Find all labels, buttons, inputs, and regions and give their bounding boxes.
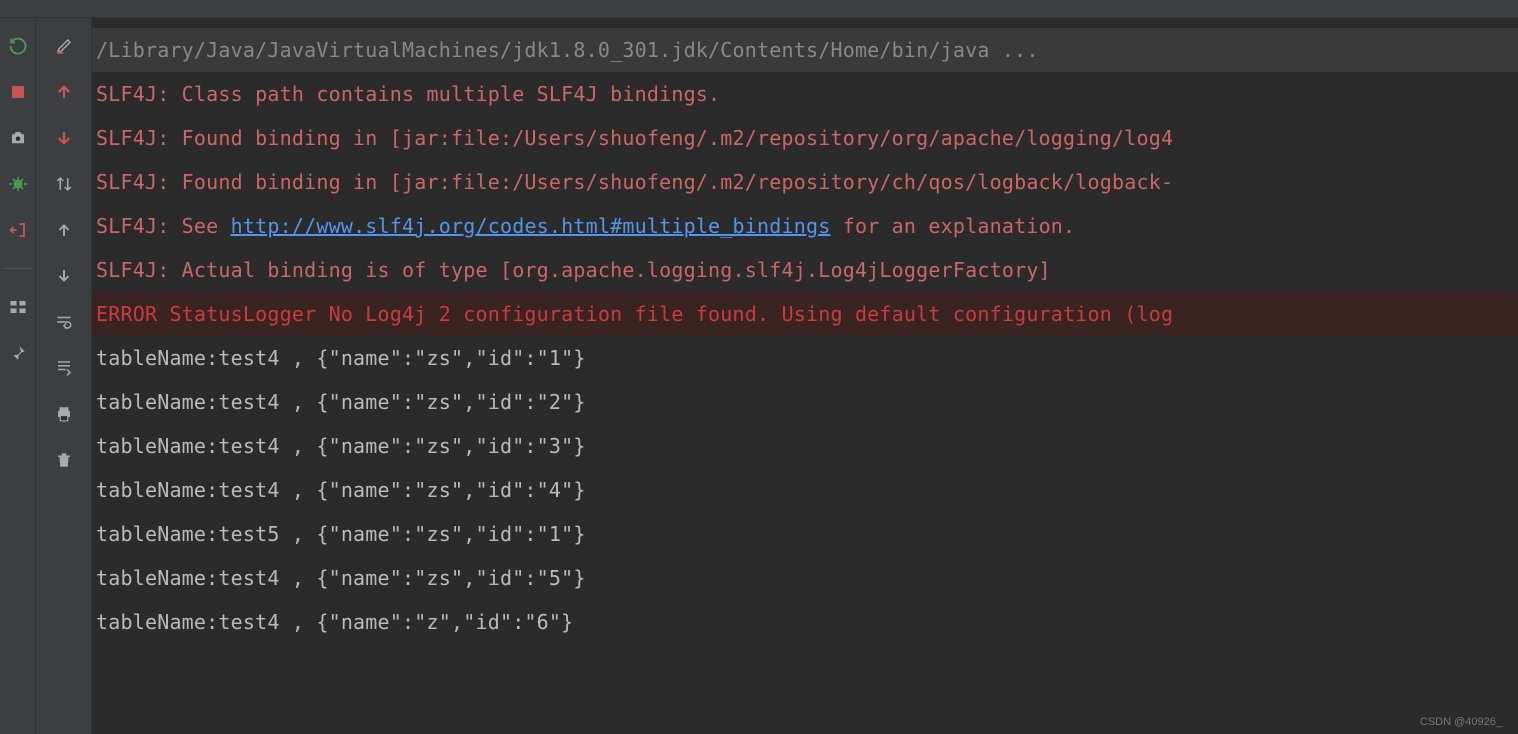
- console-line: SLF4J: Actual binding is of type [org.ap…: [92, 248, 1518, 292]
- camera-icon[interactable]: [8, 128, 28, 148]
- console-line: SLF4J: Class path contains multiple SLF4…: [92, 72, 1518, 116]
- tab-bar: [0, 0, 1518, 18]
- arrow-down-end-icon[interactable]: [54, 266, 74, 286]
- console-line: tableName:test5 , {"name":"zs","id":"1"}: [92, 512, 1518, 556]
- edit-icon[interactable]: [54, 36, 74, 56]
- exit-icon[interactable]: [8, 220, 28, 240]
- soft-wrap-icon[interactable]: [54, 312, 74, 332]
- console-output[interactable]: /Library/Java/JavaVirtualMachines/jdk1.8…: [92, 18, 1518, 734]
- console-command-line: /Library/Java/JavaVirtualMachines/jdk1.8…: [92, 28, 1518, 72]
- arrow-down-icon[interactable]: [54, 128, 74, 148]
- arrow-up-end-icon[interactable]: [54, 220, 74, 240]
- console-line: tableName:test4 , {"name":"zs","id":"3"}: [92, 424, 1518, 468]
- gutter-divider: [4, 268, 32, 269]
- console-line: tableName:test4 , {"name":"zs","id":"5"}: [92, 556, 1518, 600]
- console-line: tableName:test4 , {"name":"zs","id":"2"}: [92, 380, 1518, 424]
- console-line: SLF4J: See http://www.slf4j.org/codes.ht…: [92, 204, 1518, 248]
- run-gutter-secondary: [36, 18, 92, 734]
- console-line: tableName:test4 , {"name":"zs","id":"1"}: [92, 336, 1518, 380]
- console-line: SLF4J: Found binding in [jar:file:/Users…: [92, 160, 1518, 204]
- bug-restart-icon[interactable]: [8, 174, 28, 194]
- scroll-to-end-icon[interactable]: [54, 358, 74, 378]
- run-gutter-primary: [0, 18, 36, 734]
- print-icon[interactable]: [54, 404, 74, 424]
- console-line: tableName:test4 , {"name":"zs","id":"4"}: [92, 468, 1518, 512]
- sort-icon[interactable]: [54, 174, 74, 194]
- watermark: CSDN @40926_: [1420, 716, 1502, 728]
- console-link[interactable]: http://www.slf4j.org/codes.html#multiple…: [231, 214, 831, 238]
- layout-icon[interactable]: [8, 297, 28, 317]
- rerun-icon[interactable]: [8, 36, 28, 56]
- console-line: SLF4J: Found binding in [jar:file:/Users…: [92, 116, 1518, 160]
- trash-icon[interactable]: [54, 450, 74, 470]
- run-tool-window: /Library/Java/JavaVirtualMachines/jdk1.8…: [0, 18, 1518, 734]
- console-line: ERROR StatusLogger No Log4j 2 configurat…: [92, 292, 1518, 336]
- console-line: tableName:test4 , {"name":"z","id":"6"}: [92, 600, 1518, 644]
- arrow-up-icon[interactable]: [54, 82, 74, 102]
- stop-icon[interactable]: [8, 82, 28, 102]
- pin-icon[interactable]: [8, 343, 28, 363]
